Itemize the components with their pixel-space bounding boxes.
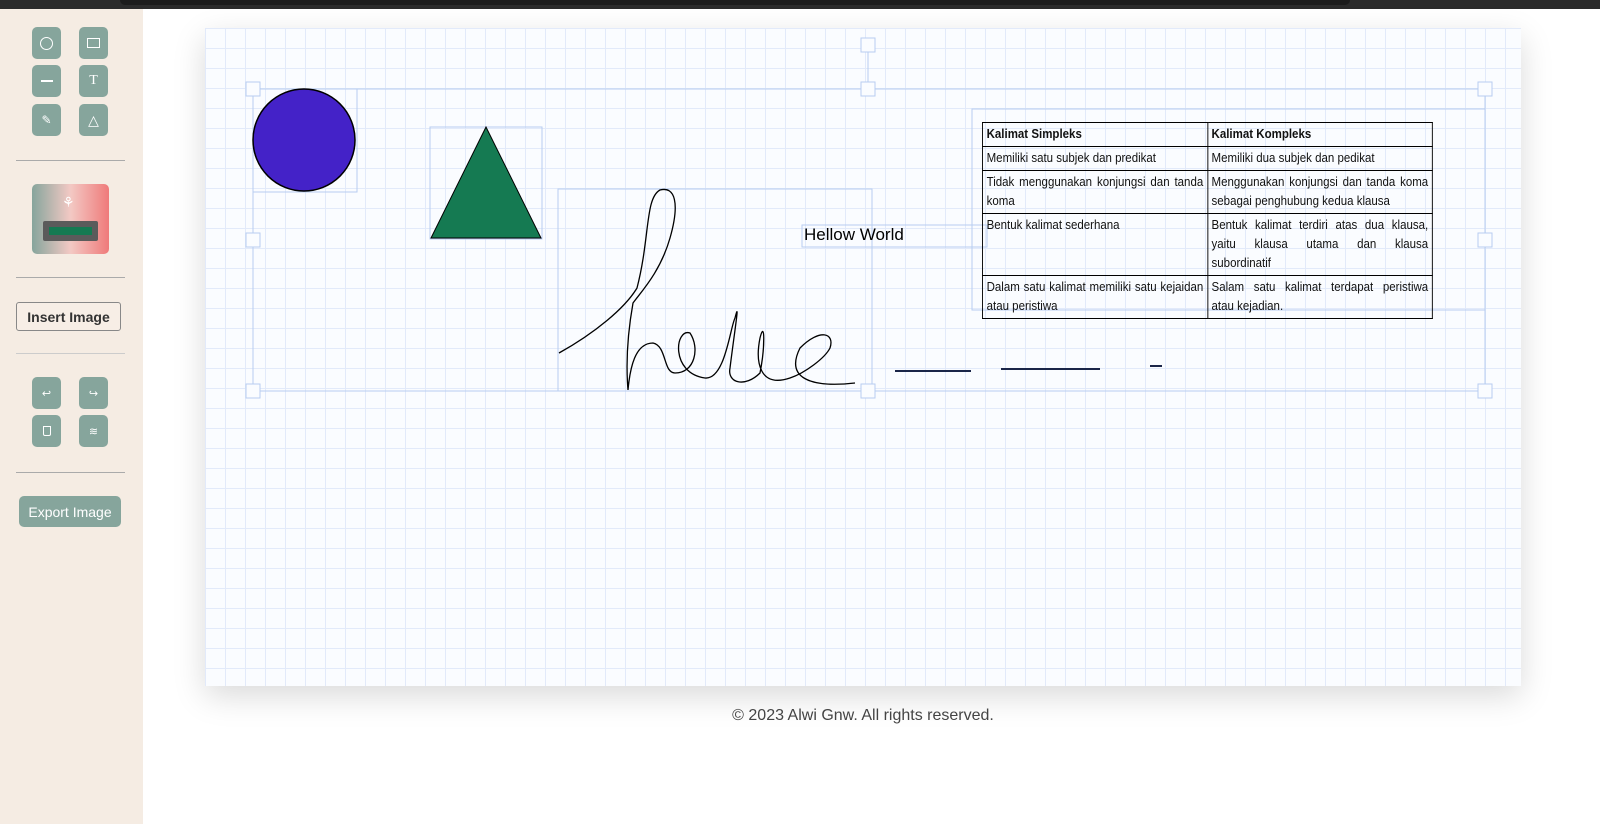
table-row: Bentuk kalimat sederhana Bentuk kalimat t… bbox=[982, 213, 1433, 276]
table-row: Dalam satu kalimat memiliki satu kejaida… bbox=[982, 275, 1433, 319]
table-header: Kalimat Simpleks bbox=[982, 122, 1208, 147]
undo-icon: ↩ bbox=[41, 387, 52, 400]
insert-image-button[interactable]: Insert Image bbox=[16, 302, 121, 331]
browser-top-bar bbox=[0, 0, 1600, 9]
trash-icon bbox=[42, 426, 51, 436]
divider bbox=[16, 277, 125, 278]
pencil-icon: ✎ bbox=[41, 113, 52, 127]
delete-button[interactable] bbox=[32, 415, 61, 447]
line-tool-button[interactable] bbox=[32, 65, 61, 97]
clear-layers-icon: ≋ bbox=[88, 425, 99, 438]
color-picker[interactable]: ⚘ bbox=[32, 184, 109, 254]
triangle-tool-button[interactable]: △ bbox=[79, 104, 108, 136]
table-cell: Memiliki dua subjek dan pedikat bbox=[1206, 146, 1433, 171]
divider bbox=[16, 160, 125, 161]
footer-copyright: © 2023 Alwi Gnw. All rights reserved. bbox=[732, 707, 994, 724]
pencil-tool-button[interactable]: ✎ bbox=[32, 104, 61, 136]
table-row: Tidak menggunakan konjungsi dan tanda ko… bbox=[982, 170, 1433, 214]
table-cell: Dalam satu kalimat memiliki satu kejaida… bbox=[982, 275, 1208, 319]
redo-icon: ↪ bbox=[88, 387, 99, 400]
table-cell: Bentuk kalimat sederhana bbox=[982, 213, 1208, 276]
redo-button[interactable]: ↪ bbox=[79, 377, 108, 409]
circle-shape[interactable] bbox=[252, 88, 356, 192]
drawing-canvas[interactable]: Hellow World Kalimat Simpleks Kalimat Kom… bbox=[205, 28, 1521, 686]
line-icon bbox=[40, 80, 53, 82]
circle-tool-button[interactable] bbox=[32, 27, 61, 59]
table-cell: Memiliki satu subjek dan predikat bbox=[982, 146, 1208, 171]
divider bbox=[16, 353, 125, 354]
color-swatch[interactable] bbox=[43, 221, 98, 241]
table-row: Memiliki satu subjek dan predikat Memilik… bbox=[982, 146, 1433, 171]
export-image-button[interactable]: Export Image bbox=[19, 496, 121, 527]
text-object[interactable]: Hellow World bbox=[804, 225, 904, 245]
undo-button[interactable]: ↩ bbox=[32, 377, 61, 409]
table-cell: Menggunakan konjungsi dan tanda koma seb… bbox=[1206, 170, 1433, 214]
table-cell: Salam satu kalimat terdapat peristiwa at… bbox=[1206, 275, 1433, 319]
line-shapes[interactable] bbox=[895, 365, 1162, 372]
handwriting-hello[interactable] bbox=[558, 188, 856, 391]
rectangle-tool-button[interactable] bbox=[79, 27, 108, 59]
table-cell: Bentuk kalimat terdiri atas dua klausa, … bbox=[1206, 213, 1433, 276]
table-cell: Tidak menggunakan konjungsi dan tanda ko… bbox=[982, 170, 1208, 214]
table-header: Kalimat Kompleks bbox=[1206, 122, 1433, 147]
color-palette-icon: ⚘ bbox=[62, 194, 75, 210]
triangle-icon: △ bbox=[88, 111, 99, 128]
triangle-shape[interactable] bbox=[430, 125, 542, 239]
text-icon: T bbox=[89, 73, 98, 88]
sidebar: T ✎ △ ⚘ Insert Image ↩ ↪ ≋ Export Image bbox=[0, 9, 143, 824]
circle-icon bbox=[40, 36, 53, 50]
browser-address-area bbox=[120, 0, 1350, 5]
divider bbox=[16, 472, 125, 473]
clear-canvas-button[interactable]: ≋ bbox=[79, 415, 108, 447]
text-tool-button[interactable]: T bbox=[79, 65, 108, 97]
comparison-table[interactable]: Kalimat Simpleks Kalimat Kompleks Memilik… bbox=[982, 122, 1433, 319]
rectangle-icon bbox=[87, 38, 100, 48]
